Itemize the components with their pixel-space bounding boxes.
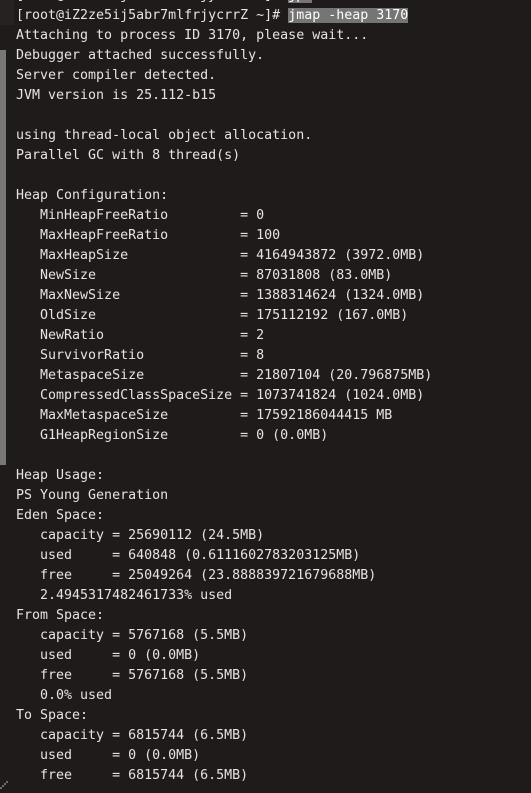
output-line-debugger-attached: Debugger attached successfully. xyxy=(16,48,265,63)
heap-config-row-text: G1HeapRegionSize = 0 (0.0MB) xyxy=(16,428,329,443)
heap-config-row-text: MaxHeapFreeRatio = 100 xyxy=(16,228,281,243)
heap-config-row: MetaspaceSize = 21807104 (20.796875MB) xyxy=(16,366,531,386)
heap-config-row: MaxHeapFreeRatio = 100 xyxy=(16,226,531,246)
space-row-text: used = 0 (0.0MB) xyxy=(16,648,201,663)
resize-grip-icon[interactable] xyxy=(0,780,9,791)
vertical-scrollbar-thumb[interactable] xyxy=(0,50,6,465)
output-line-jvm-version: JVM version is 25.112-b15 xyxy=(16,88,217,103)
heap-config-row-text: MetaspaceSize = 21807104 (20.796875MB) xyxy=(16,368,433,383)
heap-config-row: MaxMetaspaceSize = 17592186044415 MB xyxy=(16,406,531,426)
from-space-heading: From Space: xyxy=(16,608,105,623)
output-line-attaching: Attaching to process ID 3170, please wai… xyxy=(16,28,369,43)
output-line-thread-local-allocation: using thread-local object allocation. xyxy=(16,128,313,143)
terminal-gutter-cap xyxy=(0,0,14,25)
heap-config-row: MinHeapFreeRatio = 0 xyxy=(16,206,531,226)
space-row-text: free = 6815744 (6.5MB) xyxy=(16,768,249,783)
heap-config-row-text: SurvivorRatio = 8 xyxy=(16,348,265,363)
space-row-text: capacity = 6815744 (6.5MB) xyxy=(16,728,249,743)
eden-space-heading: Eden Space: xyxy=(16,508,105,523)
vertical-scrollbar-track[interactable] xyxy=(0,25,6,793)
heap-config-row: MaxNewSize = 1388314624 (1324.0MB) xyxy=(16,286,531,306)
heap-configuration-heading: Heap Configuration: xyxy=(16,188,169,203)
heap-config-row-text: NewRatio = 2 xyxy=(16,328,265,343)
heap-config-row-text: MaxNewSize = 1388314624 (1324.0MB) xyxy=(16,288,425,303)
heap-config-row-text: MinHeapFreeRatio = 0 xyxy=(16,208,265,223)
prompt-command-selection[interactable]: jmap -heap 3170 xyxy=(288,8,409,23)
young-generation-label: PS Young Generation xyxy=(16,488,169,503)
eden-percent-text: 2.4945317482461733% used xyxy=(16,588,233,603)
heap-config-row: G1HeapRegionSize = 0 (0.0MB) xyxy=(16,426,531,446)
space-row: used = 0 (0.0MB) xyxy=(16,746,531,766)
heap-config-row: MaxHeapSize = 4164943872 (3972.0MB) xyxy=(16,246,531,266)
to-space-heading: To Space: xyxy=(16,708,89,723)
space-row: free = 6815744 (6.5MB) xyxy=(16,766,531,786)
heap-config-row: OldSize = 175112192 (167.0MB) xyxy=(16,306,531,326)
space-row-text: used = 640848 (0.6111602783203125MB) xyxy=(16,548,361,563)
prompt-user-host: [root@iZ2ze5ij5abr7mlfrjycrrZ ~]# xyxy=(16,8,289,23)
heap-config-row-text: MaxHeapSize = 4164943872 (3972.0MB) xyxy=(16,248,425,263)
space-row: capacity = 25690112 (24.5MB) xyxy=(16,526,531,546)
space-row-text: free = 5767168 (5.5MB) xyxy=(16,668,249,683)
output-line-server-compiler: Server compiler detected. xyxy=(16,68,217,83)
space-row-text: free = 25049264 (23.888839721679688MB) xyxy=(16,568,377,583)
from-percent-text: 0.0% used xyxy=(16,688,113,703)
eden-space-percent-used: 2.4945317482461733% used xyxy=(16,586,531,606)
space-row-text: capacity = 5767168 (5.5MB) xyxy=(16,628,249,643)
space-row-text: used = 0 (0.0MB) xyxy=(16,748,201,763)
clipped-prompt-command: jps xyxy=(288,0,313,3)
space-row: capacity = 6815744 (6.5MB) xyxy=(16,726,531,746)
heap-config-row-text: CompressedClassSpaceSize = 1073741824 (1… xyxy=(16,388,425,403)
space-row: capacity = 5767168 (5.5MB) xyxy=(16,626,531,646)
heap-config-row-text: OldSize = 175112192 (167.0MB) xyxy=(16,308,409,323)
space-row: used = 640848 (0.6111602783203125MB) xyxy=(16,546,531,566)
from-space-percent-used: 0.0% used xyxy=(16,686,531,706)
space-row: free = 5767168 (5.5MB) xyxy=(16,666,531,686)
heap-config-row: NewRatio = 2 xyxy=(16,326,531,346)
heap-config-row: CompressedClassSpaceSize = 1073741824 (1… xyxy=(16,386,531,406)
clipped-prompt-text: [root@iZ2ze5ij5abr7mlfrjycrrZ ~]# xyxy=(16,0,288,3)
heap-usage-heading: Heap Usage: xyxy=(16,468,105,483)
space-row: used = 0 (0.0MB) xyxy=(16,646,531,666)
prompt-line[interactable]: [root@iZ2ze5ij5abr7mlfrjycrrZ ~]# jmap -… xyxy=(16,6,531,26)
space-row-text: capacity = 25690112 (24.5MB) xyxy=(16,528,265,543)
heap-config-row-text: MaxMetaspaceSize = 17592186044415 MB xyxy=(16,408,393,423)
heap-config-row-text: NewSize = 87031808 (83.0MB) xyxy=(16,268,393,283)
output-line-parallel-gc: Parallel GC with 8 thread(s) xyxy=(16,148,241,163)
space-row: free = 25049264 (23.888839721679688MB) xyxy=(16,566,531,586)
heap-config-row: NewSize = 87031808 (83.0MB) xyxy=(16,266,531,286)
terminal-output-region: [root@iZ2ze5ij5abr7mlfrjycrrZ ~]# jmap -… xyxy=(16,6,531,786)
terminal-window[interactable]: [root@iZ2ze5ij5abr7mlfrjycrrZ ~]# jps [r… xyxy=(0,0,531,793)
heap-config-row: SurvivorRatio = 8 xyxy=(16,346,531,366)
